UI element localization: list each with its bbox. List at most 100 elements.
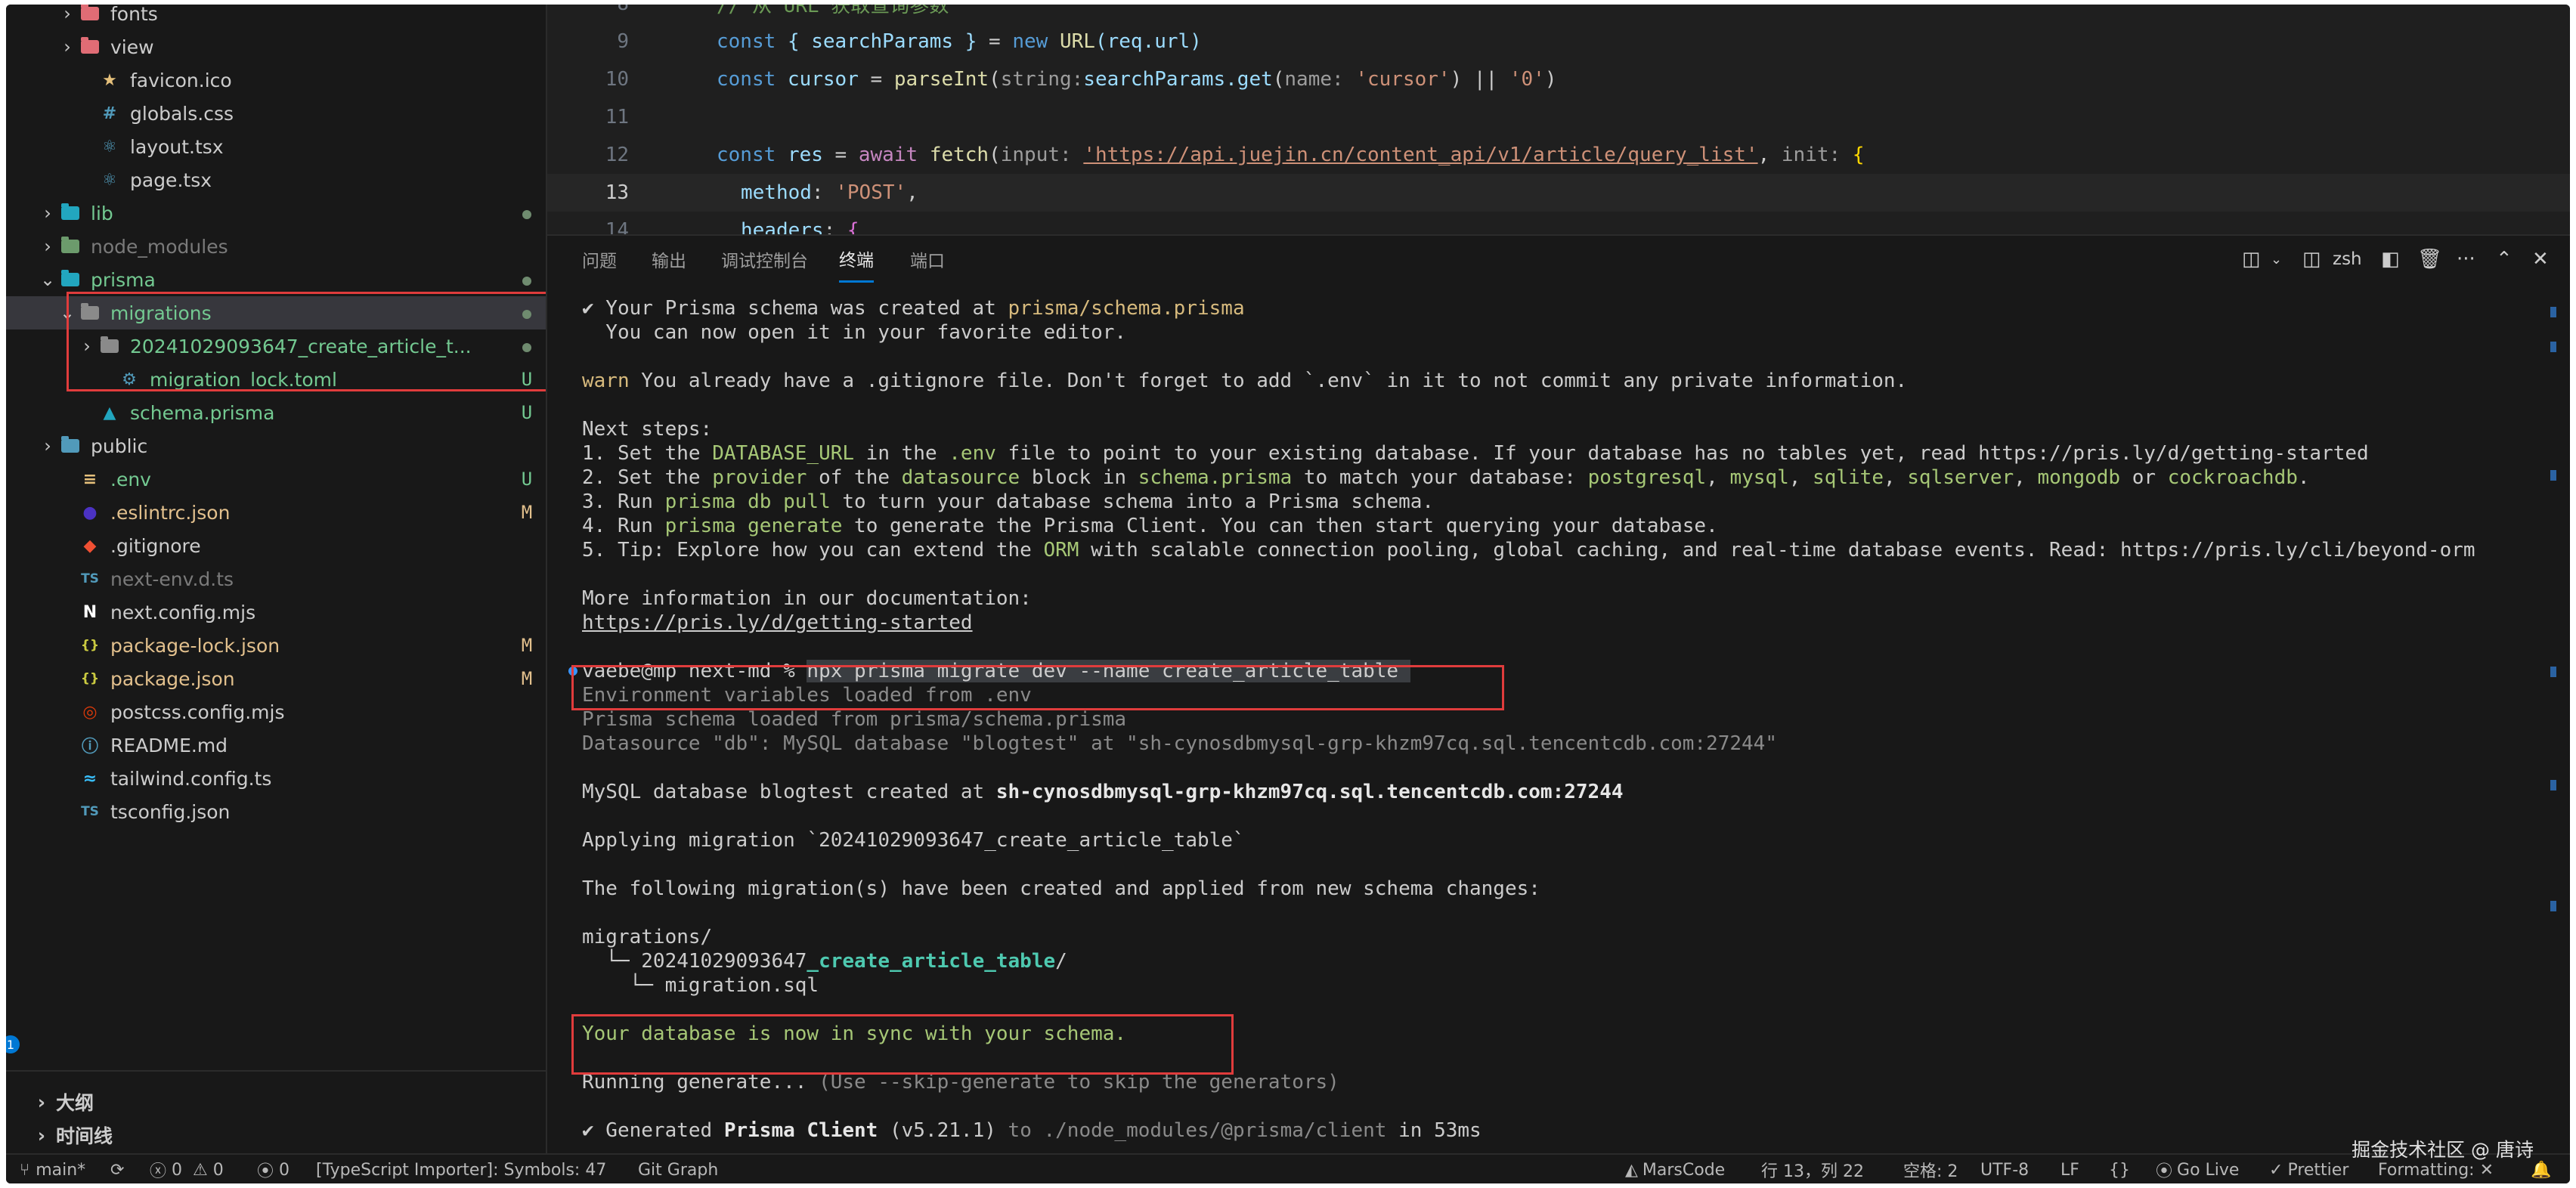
tok: const bbox=[717, 30, 776, 53]
highlight-box-command bbox=[571, 665, 1504, 710]
tree-folder-item[interactable]: › lib bbox=[6, 196, 546, 230]
split-editor-icon[interactable]: ◧ bbox=[2381, 236, 2400, 283]
tree-item-label: postcss.config.mjs bbox=[110, 701, 285, 723]
tree-file-item[interactable]: ›{}package-lock.jsonM bbox=[6, 629, 546, 662]
branch-indicator[interactable]: ⑂ main* bbox=[20, 1155, 85, 1183]
tree-file-item[interactable]: ›●.eslintrc.jsonM bbox=[6, 496, 546, 529]
tree-folder-item[interactable]: › public bbox=[6, 429, 546, 463]
git-change-dot bbox=[508, 269, 546, 290]
docs-link[interactable]: https://pris.ly/d/getting-started bbox=[582, 611, 973, 635]
trash-icon[interactable]: 🗑 bbox=[2417, 236, 2442, 283]
timeline-section-header[interactable]: › 时间线 bbox=[6, 1118, 546, 1152]
term-line: 3. Run prisma db pull to turn your datab… bbox=[582, 490, 1434, 514]
t: 5. Tip: Explore how you can extend the bbox=[582, 539, 1044, 562]
tok: const bbox=[717, 144, 776, 166]
ports-indicator[interactable]: ⦿ 0 bbox=[257, 1155, 289, 1183]
chevron-right-icon[interactable]: › bbox=[38, 196, 57, 230]
chevron-down-icon[interactable]: ⌄ bbox=[2271, 236, 2282, 283]
shell-name[interactable]: zsh bbox=[2333, 236, 2362, 283]
code-content: method: 'POST', bbox=[741, 181, 918, 204]
go-live-button[interactable]: ⦿ Go Live bbox=[2156, 1155, 2239, 1183]
close-panel-icon[interactable]: ✕ bbox=[2532, 236, 2549, 283]
marscode-status[interactable]: ◭ MarsCode bbox=[1625, 1155, 1725, 1183]
t: to ./node_modules/@prisma/client bbox=[995, 1119, 1387, 1142]
branch-name: main* bbox=[36, 1160, 86, 1180]
split-terminal-icon[interactable]: ◫ bbox=[2242, 236, 2261, 283]
tree-file-item[interactable]: ›TStsconfig.json bbox=[6, 795, 546, 828]
prettier-status[interactable]: ✓ Prettier bbox=[2269, 1155, 2348, 1183]
typescript-importer-status[interactable]: [TypeScript Importer]: Symbols: 47 bbox=[316, 1155, 606, 1183]
folder-shape bbox=[61, 436, 79, 453]
tok: searchParams.get bbox=[1083, 68, 1273, 91]
chevron-right-icon[interactable]: › bbox=[57, 5, 77, 30]
end-of-line[interactable]: LF bbox=[2060, 1155, 2079, 1183]
t: / bbox=[1055, 950, 1067, 973]
tree-file-item[interactable]: ›≈tailwind.config.ts bbox=[6, 762, 546, 795]
tree-file-item[interactable]: ›★favicon.ico bbox=[6, 63, 546, 97]
inlay-hint: string: bbox=[1000, 68, 1084, 91]
tree-item-label: schema.prisma bbox=[130, 401, 275, 424]
tab-terminal[interactable]: 终端 bbox=[839, 236, 874, 283]
sync-icon[interactable]: ⟳ bbox=[110, 1155, 124, 1183]
tab-output[interactable]: 输出 bbox=[652, 236, 686, 283]
scroll-marker bbox=[2550, 667, 2556, 677]
tab-ports[interactable]: 端口 bbox=[910, 236, 945, 283]
chevron-right-icon[interactable]: › bbox=[38, 230, 57, 263]
bell-icon[interactable]: 🔔 bbox=[2531, 1155, 2551, 1183]
outline-section-header[interactable]: › 大纲 bbox=[6, 1085, 546, 1118]
tree-item-label: public bbox=[91, 435, 148, 457]
t: , bbox=[1706, 466, 1730, 489]
tree-file-item[interactable]: ›◎postcss.config.mjs bbox=[6, 695, 546, 729]
tab-problems[interactable]: 问题 bbox=[582, 236, 617, 283]
tree-item-label: tailwind.config.ts bbox=[110, 767, 272, 790]
t: _create_article_table bbox=[807, 950, 1056, 973]
tree-item-label: .eslintrc.json bbox=[110, 501, 231, 524]
tree-file-item[interactable]: ›#globals.css bbox=[6, 97, 546, 130]
tok: const bbox=[717, 68, 776, 91]
tree-file-item[interactable]: ›Nnext.config.mjs bbox=[6, 596, 546, 629]
chevron-right-icon[interactable]: › bbox=[38, 429, 57, 463]
git-branch-icon: ⑂ bbox=[20, 1160, 30, 1180]
tree-folder-item[interactable]: › view bbox=[6, 30, 546, 63]
maximize-panel-icon[interactable]: ⌃ bbox=[2496, 236, 2513, 283]
problems-indicator[interactable]: ⓧ 0 ⚠ 0 bbox=[150, 1155, 224, 1183]
t: , bbox=[1788, 466, 1813, 489]
scroll-marker bbox=[2550, 780, 2556, 790]
encoding[interactable]: UTF-8 bbox=[1980, 1155, 2029, 1183]
broadcast-icon: ⦿ bbox=[2156, 1162, 2173, 1181]
more-actions-icon[interactable]: ··· bbox=[2457, 236, 2475, 283]
chevron-right-icon[interactable]: › bbox=[57, 30, 77, 63]
tree-file-item[interactable]: ›▲schema.prismaU bbox=[6, 396, 546, 429]
tree-file-item[interactable]: ›◆.gitignore bbox=[6, 529, 546, 562]
chevron-down-icon[interactable]: ⌄ bbox=[38, 263, 57, 296]
git-graph-button[interactable]: Git Graph bbox=[638, 1155, 718, 1183]
tree-file-item[interactable]: ›⚛page.tsx bbox=[6, 163, 546, 196]
cursor-position[interactable]: 行 13，列 22 bbox=[1761, 1155, 1864, 1183]
language-mode[interactable]: {} bbox=[2109, 1155, 2130, 1183]
tree-file-item[interactable]: ›TSnext-env.d.ts bbox=[6, 562, 546, 596]
warning-count: 0 bbox=[212, 1160, 224, 1180]
tree-file-item[interactable]: ›≡.envU bbox=[6, 463, 546, 496]
tree-folder-item[interactable]: › node_modules bbox=[6, 230, 546, 263]
explorer-sidebar: › fonts › view › ★ favicon.ico › # globals.css › ⚛ l… bbox=[6, 5, 547, 1153]
tab-debug-console[interactable]: 调试控制台 bbox=[721, 236, 808, 283]
tree-item-label: globals.css bbox=[130, 102, 234, 125]
watermark-text: 掘金技术社区 @ 唐诗 bbox=[2352, 1139, 2534, 1161]
panel-tab-bar: 问题 输出 调试控制台 终端 端口 ◫ ⌄ ◫ zsh ◧ 🗑 ··· ⌃ ✕ bbox=[547, 236, 2570, 283]
file-type-icon: N bbox=[82, 602, 98, 622]
tree-file-item[interactable]: ›ⓘREADME.md bbox=[6, 729, 546, 762]
term-line: 5. Tip: Explore how you can extend the O… bbox=[582, 538, 2475, 562]
indentation[interactable]: 空格: 2 bbox=[1903, 1155, 1958, 1183]
t: prisma/schema.prisma bbox=[1008, 297, 1245, 320]
url-link[interactable]: 'https://api.juejin.cn/content_api/v1/ar… bbox=[1083, 144, 1757, 166]
tree-folder-item[interactable]: › fonts bbox=[6, 5, 546, 30]
tree-file-item[interactable]: ›{}package.jsonM bbox=[6, 662, 546, 695]
file-type-icon: ◎ bbox=[82, 702, 98, 722]
code-content: const res = await fetch(input: 'https://… bbox=[717, 144, 1865, 166]
code-line-11: 11 bbox=[547, 98, 2570, 136]
app-root: › fonts › view › ★ favicon.ico › # globals.css › ⚛ l… bbox=[0, 0, 2576, 1188]
code-editor[interactable]: 8 // 从 URL 获取查询参数 9 const { searchParams… bbox=[547, 5, 2570, 234]
folder-icon bbox=[77, 5, 103, 30]
t: with scalable connection pooling, global… bbox=[1079, 539, 2475, 562]
tree-file-item[interactable]: ›⚛layout.tsx bbox=[6, 130, 546, 163]
